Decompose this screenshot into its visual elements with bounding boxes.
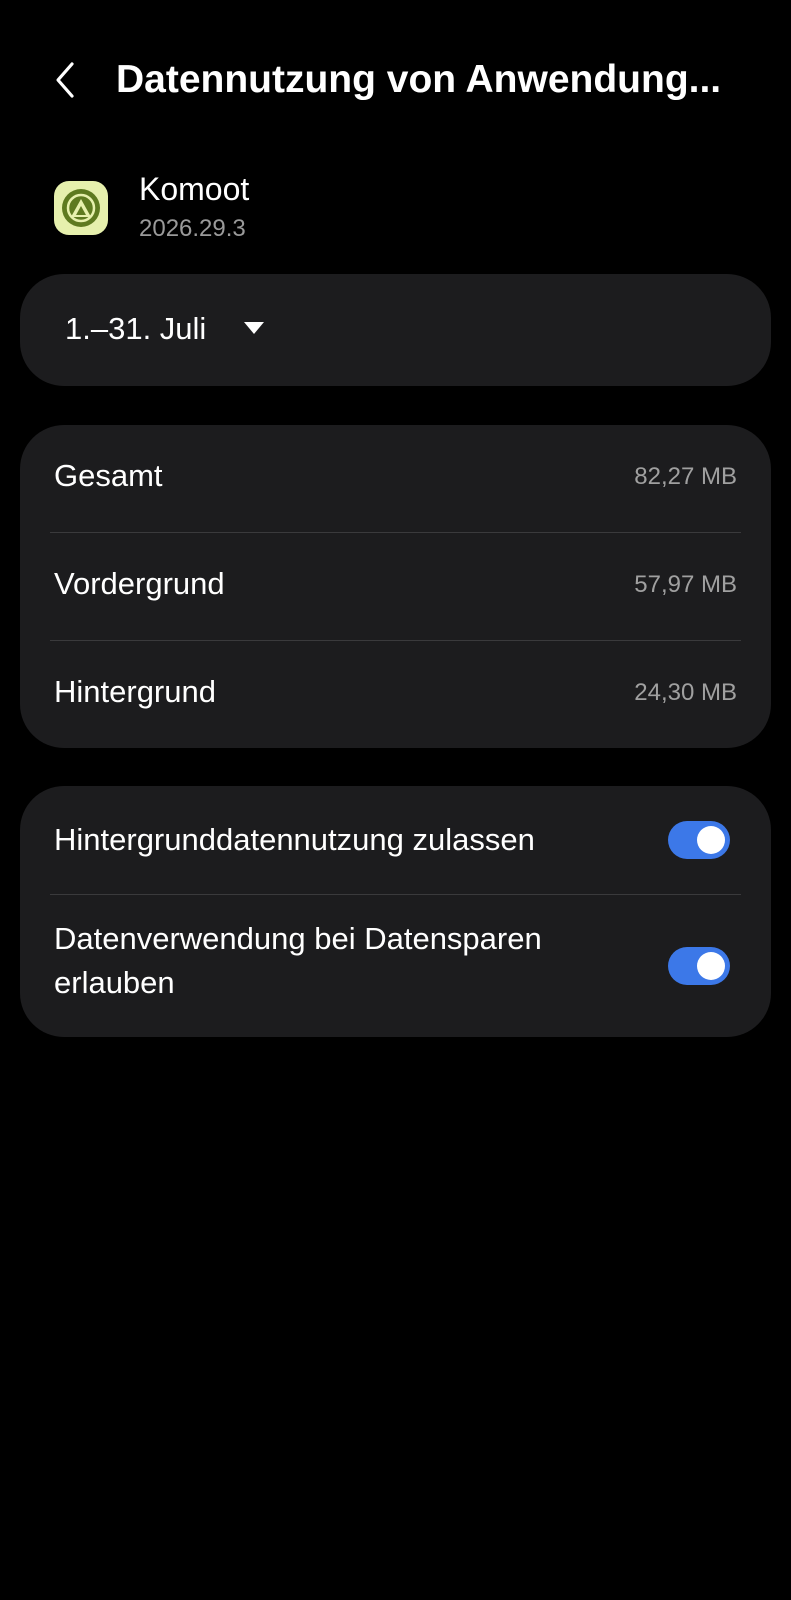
app-bar: Datennutzung von Anwendung... — [0, 40, 791, 120]
usage-row-total: Gesamt 82,27 MB — [20, 425, 771, 532]
period-selector[interactable]: 1.–31. Juli — [20, 274, 771, 386]
back-button[interactable] — [46, 54, 86, 106]
setting-label: Hintergrunddatennutzung zulassen — [54, 822, 535, 857]
usage-label: Vordergrund — [54, 566, 225, 601]
background-data-toggle[interactable] — [668, 821, 730, 859]
usage-label: Gesamt — [54, 458, 163, 493]
page-title: Datennutzung von Anwendung... — [116, 58, 722, 101]
usage-value: 57,97 MB — [634, 571, 737, 598]
settings-card: Hintergrunddatennutzung zulassen Datenve… — [20, 786, 771, 1037]
app-name: Komoot — [139, 171, 250, 207]
toggle-knob — [697, 952, 725, 980]
komoot-icon — [54, 181, 108, 235]
usage-value: 82,27 MB — [634, 463, 737, 490]
setting-label: Datenverwendung bei Datensparen erlauben — [54, 921, 542, 1000]
app-version: 2026.29.3 — [139, 215, 246, 242]
usage-card: Gesamt 82,27 MB Vordergrund 57,97 MB Hin… — [20, 425, 771, 748]
chevron-left-icon — [56, 62, 74, 98]
usage-label: Hintergrund — [54, 674, 216, 709]
app-info: Komoot 2026.29.3 — [0, 165, 791, 255]
triangle-down-icon — [244, 322, 264, 334]
usage-value: 24,30 MB — [634, 679, 737, 706]
period-label: 1.–31. Juli — [65, 311, 207, 346]
usage-row-foreground: Vordergrund 57,97 MB — [20, 533, 771, 640]
toggle-knob — [697, 826, 725, 854]
setting-row-data-saver[interactable]: Datenverwendung bei Datensparen erlauben — [20, 895, 771, 1037]
usage-row-background: Hintergrund 24,30 MB — [20, 641, 771, 748]
setting-row-background-data[interactable]: Hintergrunddatennutzung zulassen — [20, 786, 771, 894]
data-saver-toggle[interactable] — [668, 947, 730, 985]
